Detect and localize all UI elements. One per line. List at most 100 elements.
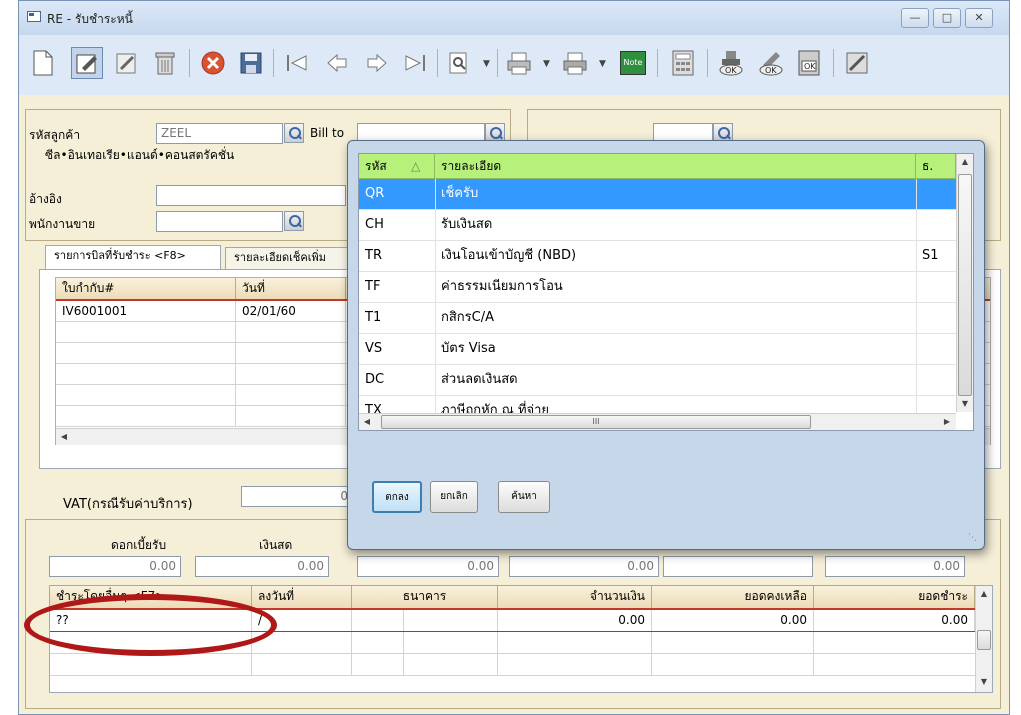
payments-col-paid[interactable]: ยอดชำระ (814, 586, 975, 608)
lookup-code: TR (365, 248, 382, 263)
salesperson-field[interactable] (156, 211, 283, 232)
cancel-button[interactable]: ยกเลิก (430, 481, 478, 513)
toolbar: ▼ ▼ ▼ Note OK OK OK (19, 35, 1009, 95)
minimize-icon[interactable]: — (901, 8, 929, 28)
lookup-code: DC (365, 372, 385, 387)
annotation-ellipse (24, 594, 277, 656)
delete-bin-icon[interactable] (149, 47, 181, 79)
ok-button[interactable]: ตกลง (372, 481, 422, 513)
last-record-icon[interactable] (399, 47, 431, 79)
tools-icon[interactable] (841, 47, 873, 79)
ok-document-icon[interactable]: OK (793, 47, 825, 79)
first-record-icon[interactable] (281, 47, 313, 79)
lookup-description: เงินโอนเข้าบัญชี (NBD) (441, 248, 577, 263)
print-options-dropdown-icon[interactable]: ▼ (599, 59, 606, 69)
calculator-icon[interactable] (667, 47, 699, 79)
cash-field[interactable]: 0.00 (195, 556, 329, 577)
previous-record-icon[interactable] (321, 47, 353, 79)
edit-icon[interactable] (71, 47, 103, 79)
cash-label: เงินสด (259, 538, 293, 552)
approve-edit-icon[interactable]: OK (755, 47, 787, 79)
scroll-thumb[interactable] (958, 174, 972, 396)
list-item[interactable]: VS บัตร Visa (359, 334, 956, 365)
print-icon[interactable] (503, 47, 535, 79)
payment-bank-cell[interactable] (352, 610, 404, 631)
total-field-3[interactable] (663, 556, 813, 577)
cancel-icon[interactable] (197, 47, 229, 79)
total-field-1[interactable]: 0.00 (357, 556, 499, 577)
payments-col-amount[interactable]: จำนวนเงิน (498, 586, 652, 608)
payment-paid-cell[interactable]: 0.00 (814, 610, 975, 631)
lookup-col-code[interactable]: รหัส △ (359, 154, 435, 178)
bill-invoice-cell[interactable]: IV6001001 (56, 301, 236, 321)
save-icon[interactable] (235, 47, 267, 79)
scroll-up-icon[interactable]: ▲ (957, 154, 973, 170)
interest-field[interactable]: 0.00 (49, 556, 181, 577)
salesperson-search-icon[interactable] (284, 211, 304, 231)
lookup-grid: รหัส △ รายละเอียด ธ. QR เช็ครับ CH รับเง… (358, 153, 974, 431)
lookup-bank (916, 179, 956, 209)
list-item[interactable]: CH รับเงินสด (359, 210, 956, 241)
preview-dropdown-icon[interactable]: ▼ (483, 59, 490, 69)
vat-field[interactable]: 0 (241, 486, 353, 507)
lookup-description: เช็ครับ (441, 186, 479, 201)
lookup-vertical-scrollbar[interactable]: ▲ ▼ (956, 154, 973, 412)
list-item[interactable]: TF ค่าธรรมเนียมการโอน (359, 272, 956, 303)
lookup-description: กสิกรC/A (441, 310, 495, 325)
new-document-icon[interactable] (27, 47, 59, 79)
list-item[interactable]: T1 กสิกรC/A (359, 303, 956, 334)
attach-icon[interactable] (111, 47, 143, 79)
tab-cheque-details[interactable]: รายละเอียดเช็คเพิ่ม (225, 247, 349, 269)
payment-amount-cell[interactable]: 0.00 (498, 610, 652, 631)
lookup-bank (916, 272, 956, 302)
list-item[interactable]: QR เช็ครับ (359, 179, 956, 210)
window-title: RE - รับชำระหนี้ (47, 12, 133, 26)
svg-text:OK: OK (804, 62, 816, 71)
svg-text:OK: OK (765, 66, 777, 75)
scroll-down-icon[interactable]: ▼ (976, 674, 992, 690)
lookup-col-bank[interactable]: ธ. (916, 154, 956, 178)
resize-grip-icon[interactable]: ⋱ (968, 533, 980, 545)
payments-col-bank[interactable]: ธนาคาร (352, 586, 498, 608)
approve-icon[interactable]: OK (715, 47, 747, 79)
note-icon[interactable]: Note (617, 47, 649, 79)
lookup-description: บัตร Visa (441, 341, 496, 356)
close-icon[interactable]: ✕ (965, 8, 993, 28)
lookup-col-description[interactable]: รายละเอียด (435, 154, 916, 178)
title-bar: RE - รับชำระหนี้ — □ ✕ (19, 1, 1009, 35)
maximize-icon[interactable]: □ (933, 8, 961, 28)
lookup-bank: S1 (922, 248, 939, 263)
search-button[interactable]: ค้นหา (498, 481, 550, 513)
list-item[interactable]: DC ส่วนลดเงินสด (359, 365, 956, 396)
customer-search-icon[interactable] (284, 123, 304, 143)
table-row[interactable] (50, 654, 975, 676)
scroll-thumb[interactable] (977, 630, 991, 650)
payments-vertical-scrollbar[interactable]: ▲ ▼ (975, 586, 992, 692)
bill-date-cell[interactable]: 02/01/60 (236, 301, 346, 321)
list-item[interactable]: TR เงินโอนเข้าบัญชี (NBD) S1 (359, 241, 956, 272)
scroll-right-icon[interactable]: ▶ (939, 414, 955, 430)
print-dropdown-icon[interactable]: ▼ (543, 59, 550, 69)
tab-bills[interactable]: รายการบิลที่รับชำระ <F8> (45, 245, 221, 269)
customer-code-label: รหัสลูกค้า (29, 128, 81, 142)
billto-label: Bill to (310, 126, 345, 140)
scroll-left-icon[interactable]: ◀ (359, 414, 375, 430)
scroll-thumb[interactable]: III (381, 415, 811, 429)
payments-col-date[interactable]: ลงวันที่ (252, 586, 352, 608)
reference-field[interactable] (156, 185, 346, 206)
payment-balance-cell[interactable]: 0.00 (652, 610, 814, 631)
total-field-2[interactable]: 0.00 (509, 556, 659, 577)
scroll-up-icon[interactable]: ▲ (976, 586, 992, 602)
total-field-4[interactable]: 0.00 (825, 556, 965, 577)
print-options-icon[interactable] (559, 47, 591, 79)
payments-col-balance[interactable]: ยอดคงเหลือ (652, 586, 814, 608)
scroll-left-icon[interactable]: ◀ (56, 429, 72, 445)
bills-col-date[interactable]: วันที่ (236, 278, 346, 299)
lookup-description: ส่วนลดเงินสด (441, 372, 518, 387)
scroll-down-icon[interactable]: ▼ (957, 396, 973, 412)
customer-code-field[interactable]: ZEEL (156, 123, 283, 144)
lookup-horizontal-scrollbar[interactable]: ◀ III ▶ (359, 413, 956, 430)
bills-col-invoice[interactable]: ใบกำกับ# (56, 278, 236, 299)
preview-icon[interactable] (443, 47, 475, 79)
next-record-icon[interactable] (361, 47, 393, 79)
